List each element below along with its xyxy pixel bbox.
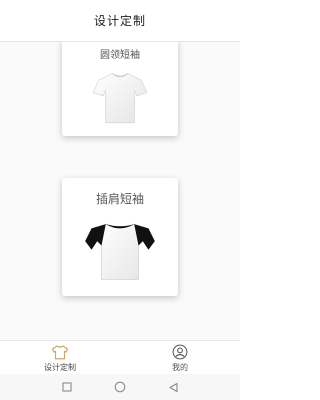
- app-screen: 设计定制 圆领短袖 插肩短袖 设计定制 我的: [0, 0, 240, 400]
- home-button[interactable]: [110, 377, 130, 397]
- home-icon: [114, 381, 126, 393]
- crew-neck-tshirt-icon: [92, 73, 148, 124]
- tab-label: 我的: [172, 363, 188, 372]
- tab-mine[interactable]: 我的: [120, 341, 240, 374]
- tshirt-icon: [51, 345, 69, 360]
- product-label: 插肩短袖: [95, 192, 144, 206]
- back-icon: [169, 382, 178, 392]
- tab-label: 设计定制: [44, 363, 76, 372]
- top-bar: 设计定制: [0, 0, 240, 42]
- product-card-crew-neck[interactable]: 圆领短袖: [62, 42, 178, 136]
- product-label: 圆领短袖: [100, 50, 140, 61]
- user-icon: [172, 344, 188, 360]
- product-list: 圆领短袖 插肩短袖: [0, 42, 240, 340]
- bottom-tab-bar: 设计定制 我的: [0, 340, 240, 374]
- product-card-raglan[interactable]: 插肩短袖: [62, 178, 178, 296]
- recent-apps-icon: [62, 382, 72, 392]
- recent-apps-button[interactable]: [57, 377, 77, 397]
- tab-design-custom[interactable]: 设计定制: [0, 341, 120, 374]
- back-button[interactable]: [163, 377, 183, 397]
- system-nav-bar: [0, 374, 240, 400]
- raglan-tshirt-icon: [85, 223, 155, 280]
- page-title: 设计定制: [93, 14, 146, 28]
